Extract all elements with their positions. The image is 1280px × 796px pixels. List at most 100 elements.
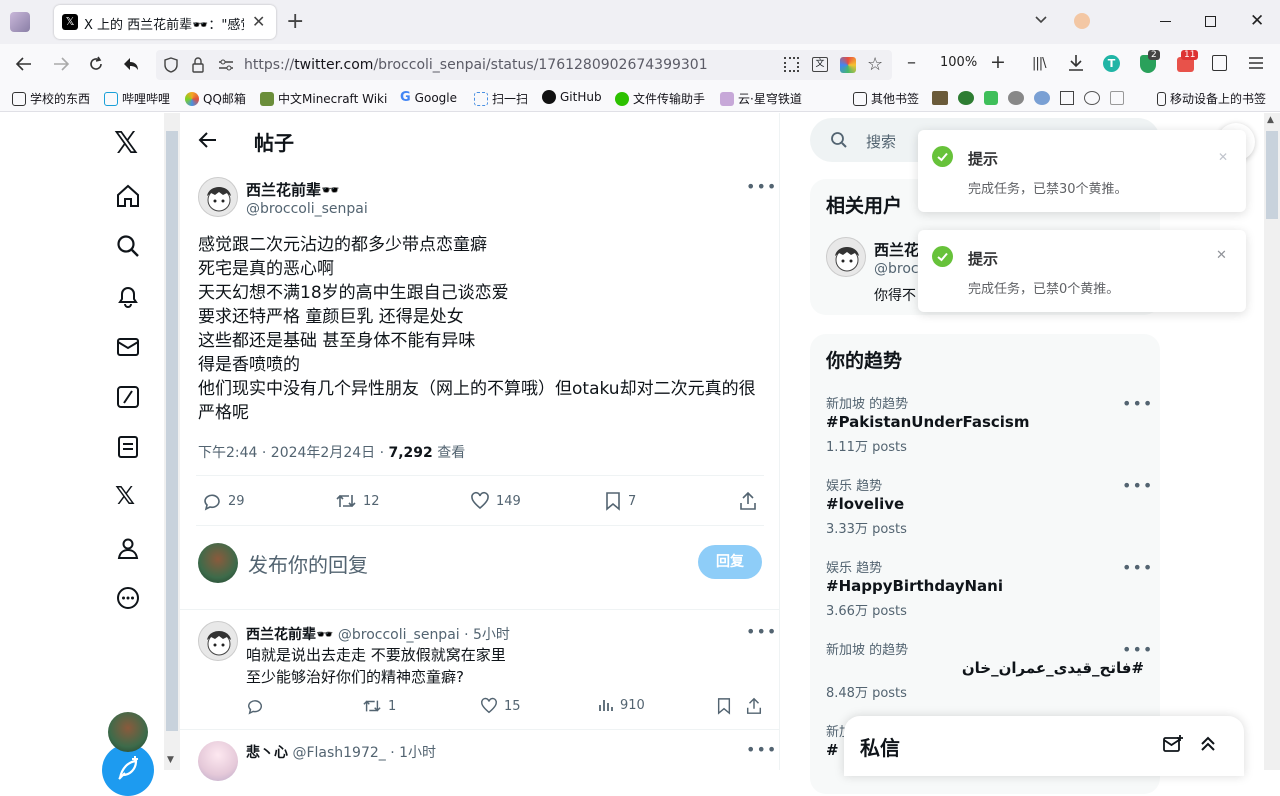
close-tab-icon[interactable]: ✕: [252, 12, 265, 31]
more-options-icon[interactable]: •••: [746, 740, 777, 759]
related-user-name[interactable]: 西兰花: [874, 239, 919, 260]
back-arrow-icon[interactable]: [15, 56, 33, 72]
author-name[interactable]: 西兰花前辈🕶️: [246, 179, 340, 200]
more-options-icon[interactable]: •••: [1122, 476, 1153, 495]
close-icon[interactable]: ✕: [1218, 150, 1228, 164]
more-options-icon[interactable]: •••: [1122, 394, 1153, 413]
more-options-icon[interactable]: •••: [1122, 640, 1153, 659]
home-icon[interactable]: [115, 183, 141, 209]
reply-action[interactable]: [246, 697, 264, 715]
bookmark-minecraft-wiki[interactable]: 中文Minecraft Wiki: [260, 90, 387, 107]
lists-icon[interactable]: [115, 434, 141, 460]
author-handle[interactable]: @broccoli_senpai: [246, 201, 368, 217]
left-scrollbar[interactable]: ▼: [164, 113, 180, 770]
profile-icon[interactable]: [115, 535, 141, 561]
colorful-extension-icon[interactable]: [840, 57, 856, 73]
translate-page-icon[interactable]: 文: [812, 57, 828, 72]
translator-extension-icon[interactable]: T: [1103, 55, 1120, 72]
browser-tab-active[interactable]: 𝕏 X 上的 西兰花前辈🕶️："感觉跟二 ✕: [54, 5, 276, 39]
bookmark-qqmail[interactable]: QQ邮箱: [185, 90, 246, 107]
back-arrow-icon[interactable]: [198, 131, 218, 149]
close-window-icon[interactable]: ✕: [1250, 11, 1264, 31]
messages-envelope-icon[interactable]: [115, 334, 141, 360]
more-options-icon[interactable]: •••: [1122, 558, 1153, 577]
hamburger-menu-icon[interactable]: [1249, 57, 1263, 69]
bookmark-google[interactable]: G Google: [400, 90, 457, 105]
reply-action[interactable]: 29: [202, 491, 245, 511]
bookmark-star-rail[interactable]: 云·星穹铁道: [720, 90, 802, 107]
zoom-level[interactable]: 100%: [940, 55, 977, 70]
views-action[interactable]: 910: [598, 697, 645, 713]
url-text[interactable]: https://twitter.com/broccoli_senpai/stat…: [244, 57, 708, 73]
compose-avatar[interactable]: [198, 543, 238, 583]
download-icon[interactable]: [1068, 54, 1084, 72]
shield-icon[interactable]: [164, 57, 178, 73]
share-action[interactable]: [745, 697, 763, 715]
bookmark-mobile[interactable]: 移动设备上的书签: [1157, 90, 1266, 107]
tab-list-chevron-icon[interactable]: [1034, 12, 1048, 26]
new-message-icon[interactable]: [1162, 734, 1184, 754]
puzzle-extensions-icon[interactable]: [1212, 55, 1227, 71]
reply-avatar[interactable]: [198, 621, 238, 661]
reply-author-name[interactable]: 悲丶心: [246, 745, 288, 761]
more-options-icon[interactable]: •••: [746, 177, 777, 196]
lock-icon[interactable]: [192, 57, 204, 73]
reply-button[interactable]: 回复: [698, 545, 762, 579]
reply-author-handle[interactable]: @Flash1972_ · 1小时: [292, 745, 436, 761]
expand-chevrons-icon[interactable]: [1199, 734, 1217, 754]
right-scrollbar[interactable]: ▲: [1264, 113, 1280, 770]
address-bar[interactable]: https://twitter.com/broccoli_senpai/stat…: [156, 50, 892, 80]
x-logo-icon[interactable]: 𝕏: [114, 126, 138, 161]
library-icon[interactable]: |||\: [1032, 56, 1046, 71]
scrollbar-thumb[interactable]: [1266, 131, 1278, 219]
scroll-down-arrow-icon[interactable]: ▼: [167, 755, 174, 765]
restore-window-icon[interactable]: [1205, 16, 1216, 27]
grok-icon[interactable]: [115, 384, 141, 410]
scroll-up-arrow-icon[interactable]: ▲: [1267, 115, 1274, 125]
bookmark-action[interactable]: 7: [604, 491, 636, 511]
undo-arrow-icon[interactable]: [122, 56, 140, 72]
reply-input[interactable]: 发布你的回复: [248, 549, 368, 578]
reply-author-name[interactable]: 西兰花前辈🕶️: [246, 627, 333, 643]
reload-icon[interactable]: [88, 56, 104, 72]
account-avatar[interactable]: [108, 712, 148, 752]
close-icon[interactable]: ✕: [1216, 248, 1227, 263]
bookmark-school[interactable]: 学校的东西: [12, 90, 90, 107]
more-circle-icon[interactable]: [115, 585, 141, 611]
related-user-handle[interactable]: @broc: [874, 261, 919, 277]
like-action[interactable]: 149: [470, 491, 521, 511]
app-menu-icon[interactable]: [10, 12, 30, 32]
author-avatar[interactable]: [198, 177, 238, 217]
bookmark-star-icon[interactable]: ☆: [867, 54, 883, 75]
reply-avatar[interactable]: [198, 741, 238, 781]
bookmark-file-transfer[interactable]: 文件传输助手: [615, 90, 705, 107]
bookmark-other[interactable]: 其他书签: [853, 90, 919, 107]
tweet-timestamp[interactable]: 下午2:44 · 2024年2月24日 ·: [198, 445, 389, 461]
zoom-in-button[interactable]: +: [990, 51, 1006, 73]
related-user-avatar[interactable]: [826, 237, 866, 277]
bookmark-github[interactable]: GitHub: [542, 90, 602, 104]
scrollbar-thumb[interactable]: [166, 131, 178, 731]
google-icon: G: [400, 90, 411, 105]
messages-drawer[interactable]: 私信: [844, 716, 1244, 776]
notifications-bell-icon[interactable]: [115, 283, 141, 309]
bookmark-bilibili[interactable]: 哔哩哔哩: [104, 90, 170, 107]
qr-code-icon[interactable]: [784, 57, 799, 72]
permissions-icon[interactable]: [218, 58, 234, 72]
search-icon[interactable]: [115, 233, 141, 259]
bookmark-scan[interactable]: 扫一扫: [474, 90, 528, 107]
forward-arrow-icon[interactable]: [52, 56, 70, 72]
reply-author-handle[interactable]: @broccoli_senpai · 5小时: [338, 627, 510, 643]
share-action[interactable]: [738, 491, 758, 511]
new-tab-button[interactable]: +: [286, 9, 304, 34]
minimize-window-icon[interactable]: [1160, 21, 1171, 22]
more-options-icon[interactable]: •••: [746, 622, 777, 641]
bookmark-shortcut-icons[interactable]: [932, 91, 1124, 105]
retweet-action[interactable]: 1: [362, 697, 396, 715]
retweet-action[interactable]: 12: [335, 491, 380, 511]
premium-x-icon[interactable]: 𝕏: [115, 483, 141, 509]
like-action[interactable]: 15: [480, 697, 521, 715]
zoom-out-button[interactable]: –: [907, 52, 916, 73]
profile-avatar-icon[interactable]: [1074, 13, 1090, 29]
bookmark-action[interactable]: [716, 697, 732, 715]
